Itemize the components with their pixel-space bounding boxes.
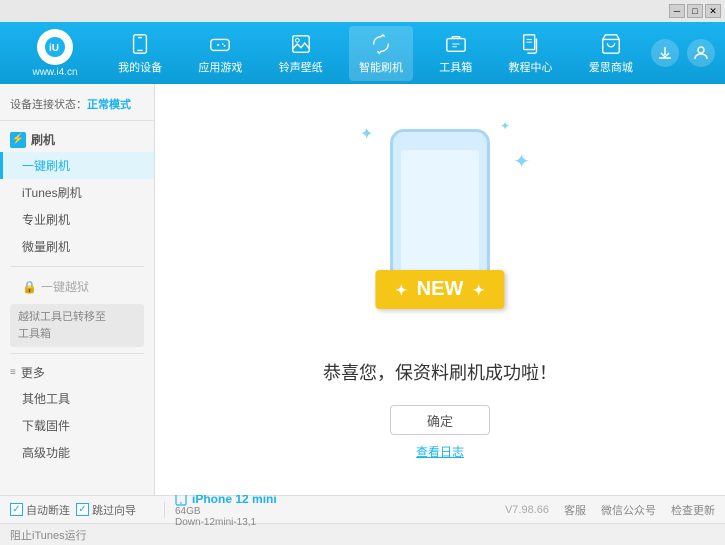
header-right xyxy=(651,39,715,67)
bottom-bar: ✓ 自动断连 ✓ 跳过向导 iPhone 12 mini 64GB Down-1… xyxy=(0,495,725,523)
logo-url: www.i4.cn xyxy=(32,67,77,78)
sidebar: 设备连接状态：正常模式 ⚡ 刷机 一键刷机 iTunes刷机 专业刷机 微量刷机… xyxy=(0,84,155,495)
sidebar-item-pro-flash[interactable]: 专业刷机 xyxy=(0,206,154,233)
status-value: 正常模式 xyxy=(87,99,131,111)
footer: 阻止iTunes运行 xyxy=(0,523,725,545)
new-badge: NEW xyxy=(375,270,504,309)
logo-icon: iU xyxy=(37,29,73,65)
success-message: 恭喜您，保资料刷机成功啦！ xyxy=(323,359,557,385)
version-display: V7.98.66 xyxy=(505,504,549,516)
main-layout: 设备连接状态：正常模式 ⚡ 刷机 一键刷机 iTunes刷机 专业刷机 微量刷机… xyxy=(0,84,725,495)
back-to-log-link[interactable]: 查看日志 xyxy=(416,443,464,460)
star-2: ✦ xyxy=(500,119,510,133)
sidebar-jailbreak-note: 越狱工具已转移至工具箱 xyxy=(10,304,144,347)
star-1: ✦ xyxy=(360,124,373,144)
nav-my-device-label: 我的设备 xyxy=(118,59,162,75)
smart-icon xyxy=(369,32,393,56)
nav-tools-label: 工具箱 xyxy=(439,59,472,75)
nav-bar: 我的设备 应用游戏 铃声壁纸 智能刷机 工具箱 xyxy=(100,26,651,81)
bottom-left-controls: ✓ 自动断连 ✓ 跳过向导 xyxy=(10,502,165,518)
flash-section-title: ⚡ 刷机 xyxy=(0,127,154,152)
tutorial-icon xyxy=(519,32,543,56)
advanced-label: 高级功能 xyxy=(22,446,70,460)
nav-shop[interactable]: 爱思商城 xyxy=(579,26,643,81)
sidebar-item-one-key-flash[interactable]: 一键刷机 xyxy=(0,152,154,179)
more-section-label: 更多 xyxy=(21,364,45,381)
nav-wallpaper[interactable]: 铃声壁纸 xyxy=(269,26,333,81)
sidebar-divider-2 xyxy=(10,353,144,354)
nav-tools[interactable]: 工具箱 xyxy=(429,26,482,81)
confirm-button[interactable]: 确定 xyxy=(390,405,490,435)
star-3: ✦ xyxy=(513,149,530,174)
phone-icon xyxy=(128,32,152,56)
new-badge-text: NEW xyxy=(417,278,464,300)
content-area: ✦ ✦ ✦ NEW 恭喜您，保资料刷机成功啦！ 确定 查看日志 xyxy=(155,84,725,495)
flash-section-label: 刷机 xyxy=(31,131,55,148)
nav-apps-games[interactable]: 应用游戏 xyxy=(188,26,252,81)
nav-my-device[interactable]: 我的设备 xyxy=(108,26,172,81)
tools-icon xyxy=(444,32,468,56)
sidebar-item-micro-flash[interactable]: 微量刷机 xyxy=(0,233,154,260)
header: iU www.i4.cn 我的设备 应用游戏 铃声壁纸 xyxy=(0,22,725,84)
wechat-link[interactable]: 微信公众号 xyxy=(601,502,656,518)
device-info: iPhone 12 mini 64GB Down-12mini-13,1 xyxy=(165,492,505,528)
device-storage: 64GB xyxy=(175,506,505,517)
minimize-button[interactable]: ─ xyxy=(669,4,685,18)
close-button[interactable]: ✕ xyxy=(705,4,721,18)
stop-itunes-label: 阻止iTunes运行 xyxy=(10,530,87,542)
nav-tutorial[interactable]: 教程中心 xyxy=(499,26,563,81)
download-firmware-label: 下载固件 xyxy=(22,419,70,433)
jailbreak-label: 一键越狱 xyxy=(41,278,89,295)
download-button[interactable] xyxy=(651,39,679,67)
skip-wizard-label: 跳过向导 xyxy=(92,502,136,518)
sidebar-item-download-firmware[interactable]: 下载固件 xyxy=(0,412,154,439)
micro-flash-label: 微量刷机 xyxy=(22,240,70,254)
other-tools-label: 其他工具 xyxy=(22,392,70,406)
device-status: 设备连接状态：正常模式 xyxy=(0,92,154,121)
auto-close-label: 自动断连 xyxy=(26,502,70,518)
nav-shop-label: 爱思商城 xyxy=(589,59,633,75)
nav-tutorial-label: 教程中心 xyxy=(509,59,553,75)
auto-close-checkbox[interactable]: ✓ 自动断连 xyxy=(10,502,70,518)
more-section-title: ≡ 更多 xyxy=(0,360,154,385)
service-link[interactable]: 客服 xyxy=(564,502,586,518)
sidebar-item-jailbreak-disabled: 🔒 一键越狱 xyxy=(0,273,154,300)
sidebar-item-advanced[interactable]: 高级功能 xyxy=(0,439,154,466)
auto-close-check: ✓ xyxy=(10,503,23,516)
nav-apps-games-label: 应用游戏 xyxy=(198,59,242,75)
bottom-right-actions: V7.98.66 客服 微信公众号 检查更新 xyxy=(505,502,715,518)
one-key-flash-label: 一键刷机 xyxy=(22,159,70,173)
pro-flash-label: 专业刷机 xyxy=(22,213,70,227)
sidebar-item-other-tools[interactable]: 其他工具 xyxy=(0,385,154,412)
svg-text:iU: iU xyxy=(49,43,59,54)
check-update-link[interactable]: 检查更新 xyxy=(671,502,715,518)
logo-area: iU www.i4.cn xyxy=(10,29,100,78)
stop-itunes: 阻止iTunes运行 xyxy=(10,527,715,543)
title-bar: ─ □ ✕ xyxy=(0,0,725,22)
sidebar-item-itunes-flash[interactable]: iTunes刷机 xyxy=(0,179,154,206)
wallpaper-icon xyxy=(289,32,313,56)
game-icon xyxy=(208,32,232,56)
nav-smart-flash-label: 智能刷机 xyxy=(359,59,403,75)
sidebar-divider-1 xyxy=(10,266,144,267)
itunes-flash-label: iTunes刷机 xyxy=(22,186,82,200)
skip-wizard-check: ✓ xyxy=(76,503,89,516)
confirm-button-label: 确定 xyxy=(427,414,453,429)
flash-icon: ⚡ xyxy=(10,132,26,148)
status-prefix: 设备连接状态： xyxy=(10,99,87,111)
shop-icon xyxy=(599,32,623,56)
nav-wallpaper-label: 铃声壁纸 xyxy=(279,59,323,75)
nav-smart-flash[interactable]: 智能刷机 xyxy=(349,26,413,81)
skip-wizard-checkbox[interactable]: ✓ 跳过向导 xyxy=(76,502,136,518)
user-button[interactable] xyxy=(687,39,715,67)
phone-illustration: ✦ ✦ ✦ NEW xyxy=(340,119,540,339)
phone-screen xyxy=(401,150,479,288)
maximize-button[interactable]: □ xyxy=(687,4,703,18)
